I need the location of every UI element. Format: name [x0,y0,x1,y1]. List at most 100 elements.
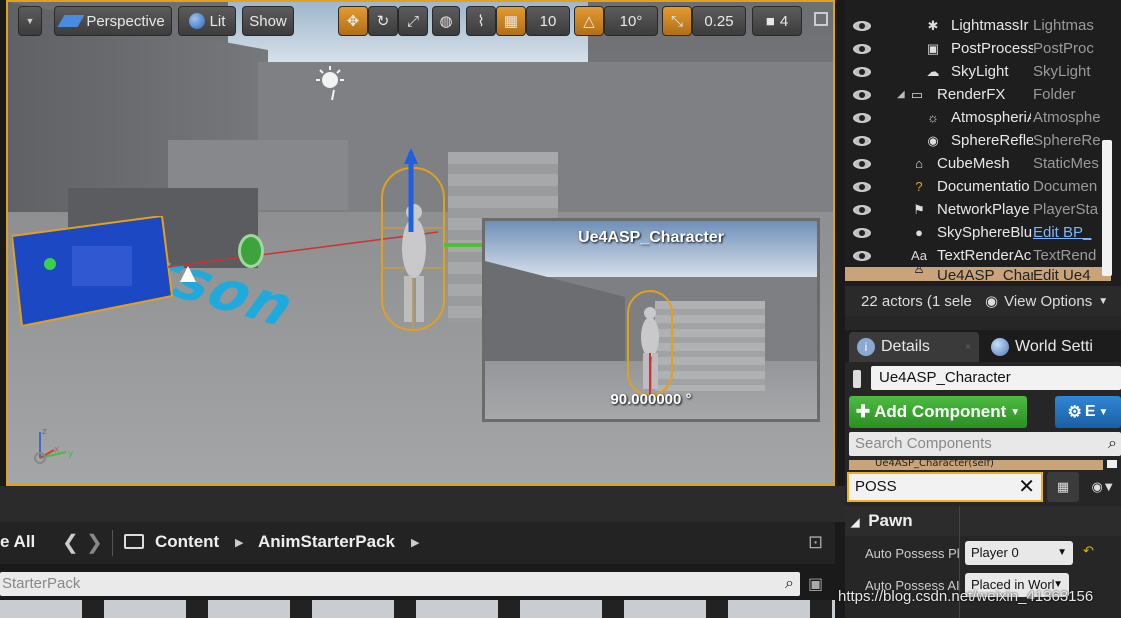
outliner-row-name: SkySphereBlu [937,224,1033,241]
breadcrumb-separator-icon[interactable]: ▶ [411,536,419,549]
eye-icon[interactable] [853,20,871,31]
outliner-row[interactable]: ☁ SkyLight SkyLight [845,60,1111,83]
camera-icon: ■ [765,12,775,30]
eye-icon[interactable] [853,227,871,238]
surface-snap-button[interactable]: ⌇ [466,6,496,36]
reset-to-default-icon[interactable]: ↶ [1083,544,1094,559]
sky-sphere-icon: ● [915,224,923,240]
character-actor[interactable] [378,148,448,334]
eye-icon[interactable] [853,43,871,54]
outliner-row-type: Documen [1033,178,1098,195]
search-components-input[interactable]: Search Components ⌕ [849,432,1121,456]
actor-name-text: Ue4ASP_Character [879,369,1011,386]
viewport-toolbar: ▼ Perspective Lit Show ✥ ↻ ⤢ ◍ ⌇ ▦ 10 △ … [18,6,833,38]
lock-icon[interactable]: ⊡ [808,532,823,553]
tab-details-label: Details [881,338,930,355]
breadcrumb-separator-icon[interactable]: ▶ [235,536,243,549]
tab-world-settings-label: World Setti [1015,338,1093,355]
maximize-viewport-icon[interactable] [814,12,828,26]
content-search-input[interactable]: StarterPack ⌕ [0,572,800,596]
show-button[interactable]: Show [242,6,294,36]
grid-snap-value[interactable]: 10 [526,6,570,36]
component-tree-root[interactable]: Ue4ASP_Character(self) [849,460,1103,470]
camera-speed-button[interactable]: ■ 4 [752,6,802,36]
world-local-toggle[interactable]: ◍ [432,6,460,36]
tab-world-settings[interactable]: World Setti [991,332,1119,362]
directional-light-icon[interactable] [316,66,346,102]
add-component-button[interactable]: ✚ Add Component ▼ [849,396,1027,428]
panel-splitter[interactable] [0,486,845,522]
outliner-row[interactable]: ? Documentatio Documen [845,175,1111,198]
postprocess-icon: ▣ [926,40,940,56]
perspective-icon [57,15,85,27]
clear-filter-icon[interactable]: ✕ [1018,474,1035,500]
breadcrumb-content[interactable]: Content [155,532,219,552]
chevron-down-icon: ▼ [1010,406,1021,418]
scale-mode-button[interactable]: ⤢ [398,6,428,36]
actor-sprite-icon[interactable] [238,234,264,268]
eye-icon[interactable] [853,135,871,146]
back-arrow-icon[interactable]: ❮ [62,530,79,555]
outliner-row-type: TextRend [1033,247,1097,264]
outliner-row[interactable]: ☼ AtmospheriAtmospher Atmosphe [845,106,1111,129]
viewport-options-button[interactable]: ▼ [18,6,42,36]
save-all-button[interactable]: e All [0,532,35,552]
scale-icon: ⤢ [406,12,419,30]
asset-thumbnail-strip[interactable] [0,600,835,618]
rotation-snap-toggle[interactable]: △ [574,6,604,36]
blueprint-button[interactable]: ⚙ E ▼ [1055,396,1121,428]
rotate-mode-button[interactable]: ↻ [368,6,398,36]
view-options-button[interactable]: ◉ View Options ▼ [985,292,1108,311]
property-matrix-button[interactable]: ▦ [1047,472,1079,502]
save-search-icon[interactable]: ▣ [808,574,823,593]
scale-snap-toggle[interactable]: ⤡ [662,6,692,36]
eye-icon[interactable] [853,250,871,261]
outliner-row-selected[interactable]: ♙ Ue4ASP_Char Edit Ue4 [845,267,1111,281]
details-visibility-button[interactable]: ◉ ▼ [1083,472,1121,502]
rotation-snap-value[interactable]: 10° [604,6,658,36]
category-pawn[interactable]: ◢ Pawn [845,506,1121,536]
level-viewport[interactable]: erson z x y ▼ Perspective Lit Show ✥ ↻ ⤢… [6,0,835,486]
eye-icon[interactable] [853,66,871,77]
outliner-row[interactable]: ◢ ▭ RenderFX Folder [845,83,1111,106]
auto-possess-player-combo[interactable]: Player 0 ▼ [965,541,1073,565]
outliner-row[interactable]: ▣ PostProcess PostProc [845,37,1111,60]
outliner-row-name: NetworkPlaye [937,201,1030,218]
chevron-down-icon: ▼ [1057,547,1067,558]
eye-icon[interactable] [853,181,871,192]
eye-icon[interactable] [853,89,871,100]
outliner-row[interactable]: Aa TextRenderAc TextRend [845,244,1111,267]
lit-button[interactable]: Lit [178,6,236,36]
details-filter-input[interactable]: POSS ✕ [847,472,1043,502]
eye-icon[interactable] [853,204,871,215]
outliner-scrollbar[interactable] [1102,140,1112,276]
outliner-row[interactable]: ✱ LightmassIr Lightmas [845,14,1111,37]
close-tab-icon[interactable]: × [965,342,971,353]
camera-actor-icon[interactable] [12,216,182,326]
outliner-row[interactable]: ⌂ CubeMesh StaticMes [845,152,1111,175]
component-scrollbar[interactable] [1107,460,1117,468]
perspective-button[interactable]: Perspective [54,6,172,36]
preview-title: Ue4ASP_Character [578,229,724,246]
grid-snap-toggle[interactable]: ▦ [496,6,526,36]
camera-speed-text: 4 [779,12,789,30]
translate-mode-button[interactable]: ✥ [338,6,368,36]
outliner-row[interactable]: ⚑ NetworkPlaye PlayerSta [845,198,1111,221]
actor-name-field[interactable]: Ue4ASP_Character [871,366,1121,390]
tab-details[interactable]: i Details × [849,332,979,362]
scale-snap-value[interactable]: 0.25 [692,6,746,36]
outliner-row[interactable]: ◉ SphereRefle SphereRe [845,129,1111,152]
sphere-reflection-icon: ◉ [927,132,939,148]
eye-icon: ◉ [985,293,999,310]
breadcrumb-animstarterpack[interactable]: AnimStarterPack [258,532,395,552]
actor-lock-icon[interactable] [853,370,861,388]
globe-icon: ◍ [439,13,453,30]
forward-arrow-icon[interactable]: ❯ [86,530,103,555]
search-icon[interactable]: ⌕ [785,572,794,596]
eye-icon[interactable] [853,112,871,123]
edit-blueprint-link[interactable]: Edit BP_ [1033,224,1111,241]
outliner-row[interactable]: ● SkySphereBlu Edit BP_ [845,221,1111,244]
expand-arrow-icon[interactable]: ◢ [897,89,905,100]
plus-icon: ✚ [855,402,871,421]
eye-icon[interactable] [853,158,871,169]
